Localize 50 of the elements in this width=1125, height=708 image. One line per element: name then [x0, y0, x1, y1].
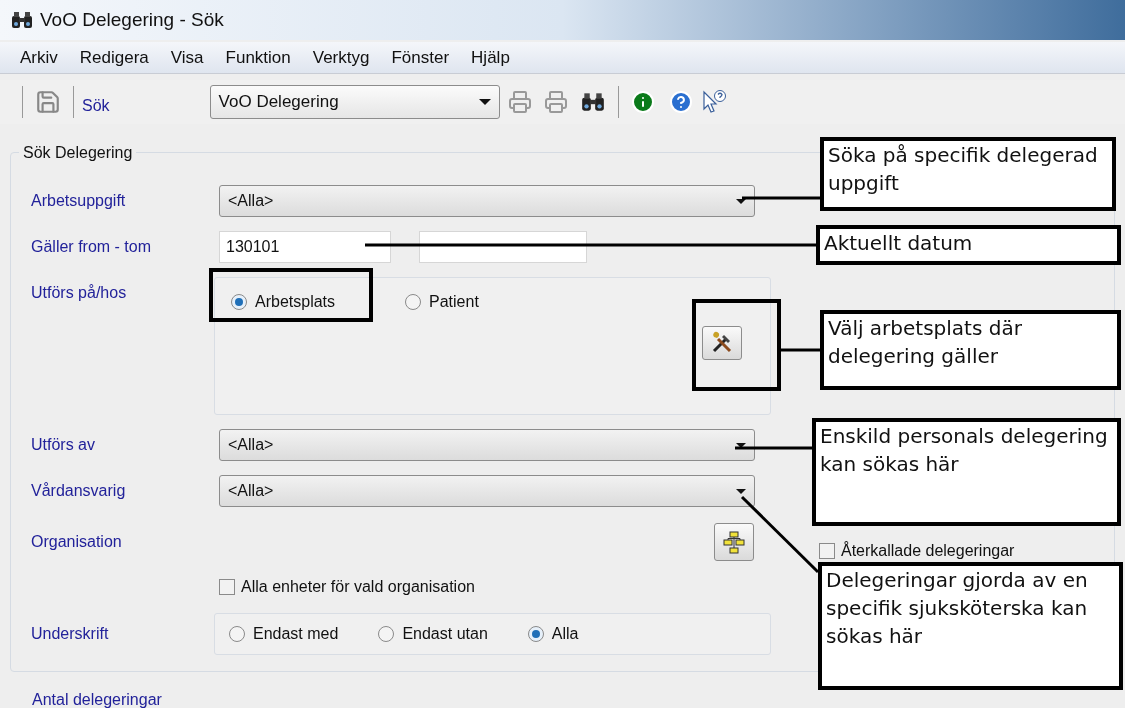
- dropdown-arrow-icon: [736, 198, 746, 204]
- dropdown-arrow-icon: [736, 442, 746, 448]
- callout-text: Enskild personals delegering kan sökas här: [812, 418, 1121, 526]
- window-title: VoO Delegering - Sök: [40, 7, 224, 32]
- pointer-help-icon[interactable]: [700, 89, 727, 115]
- footer-label: Antal delegeringar: [32, 691, 162, 708]
- field-label: Underskrift: [31, 624, 110, 644]
- field-label: Utförs på/hos: [31, 283, 128, 303]
- field-label: Arbetsuppgift: [31, 191, 127, 211]
- menu-item[interactable]: Fönster: [391, 44, 450, 71]
- checkbox[interactable]: Alla enheter för vald organisation: [219, 575, 475, 599]
- radio-option[interactable]: Patient: [405, 290, 479, 314]
- callout-text: Välj arbetsplats där delegering gäller: [820, 310, 1121, 390]
- module-dropdown[interactable]: VoO Delegering: [209, 85, 500, 119]
- save-icon[interactable]: [35, 89, 61, 115]
- date-from-field[interactable]: 130101: [219, 231, 391, 263]
- binoculars-icon: [10, 10, 34, 30]
- dropdown[interactable]: <Alla>: [219, 475, 755, 507]
- binoculars-icon: [579, 91, 606, 113]
- dropdown[interactable]: <Alla>: [219, 185, 755, 217]
- help-icon[interactable]: [668, 90, 693, 114]
- org-chart-icon: [722, 530, 746, 554]
- info-icon[interactable]: [630, 90, 655, 114]
- hammer-wrench-icon: [710, 331, 734, 355]
- menu-item[interactable]: Funktion: [225, 44, 291, 71]
- radio-option[interactable]: Endast med: [229, 622, 339, 646]
- date-to-field[interactable]: [419, 231, 587, 263]
- organisation-button[interactable]: [714, 523, 754, 561]
- callout-text: Söka på specifik delegerad uppgift: [820, 137, 1116, 211]
- checkbox[interactable]: Återkallade delegeringar: [819, 539, 1015, 563]
- radio-option[interactable]: Alla: [527, 622, 579, 646]
- field-label: Vårdansvarig: [31, 481, 127, 501]
- tool-button[interactable]: [702, 326, 742, 360]
- field-label: Organisation: [31, 532, 123, 552]
- field-label: Utförs av: [31, 435, 96, 455]
- dropdown-arrow-icon: [478, 99, 491, 105]
- toolbar-label: Sök: [82, 96, 110, 116]
- menu-item[interactable]: Visa: [170, 44, 204, 71]
- radio-option[interactable]: Endast utan: [378, 622, 488, 646]
- menu-item[interactable]: Hjälp: [471, 44, 510, 71]
- callout-text: Aktuellt datum: [816, 225, 1121, 265]
- radio-option[interactable]: Arbetsplats: [231, 290, 336, 314]
- menu-item[interactable]: Redigera: [79, 44, 149, 71]
- menu-item[interactable]: Verktyg: [312, 44, 370, 71]
- field-label: Gäller from - tom: [31, 237, 152, 257]
- dropdown-arrow-icon: [736, 488, 746, 494]
- leader-line: [781, 348, 820, 352]
- callout-text: Delegeringar gjorda av en specifik sjuksköterska kan sökas här: [818, 562, 1123, 690]
- dropdown[interactable]: <Alla>: [219, 429, 755, 461]
- menu-item[interactable]: Arkiv: [20, 44, 58, 71]
